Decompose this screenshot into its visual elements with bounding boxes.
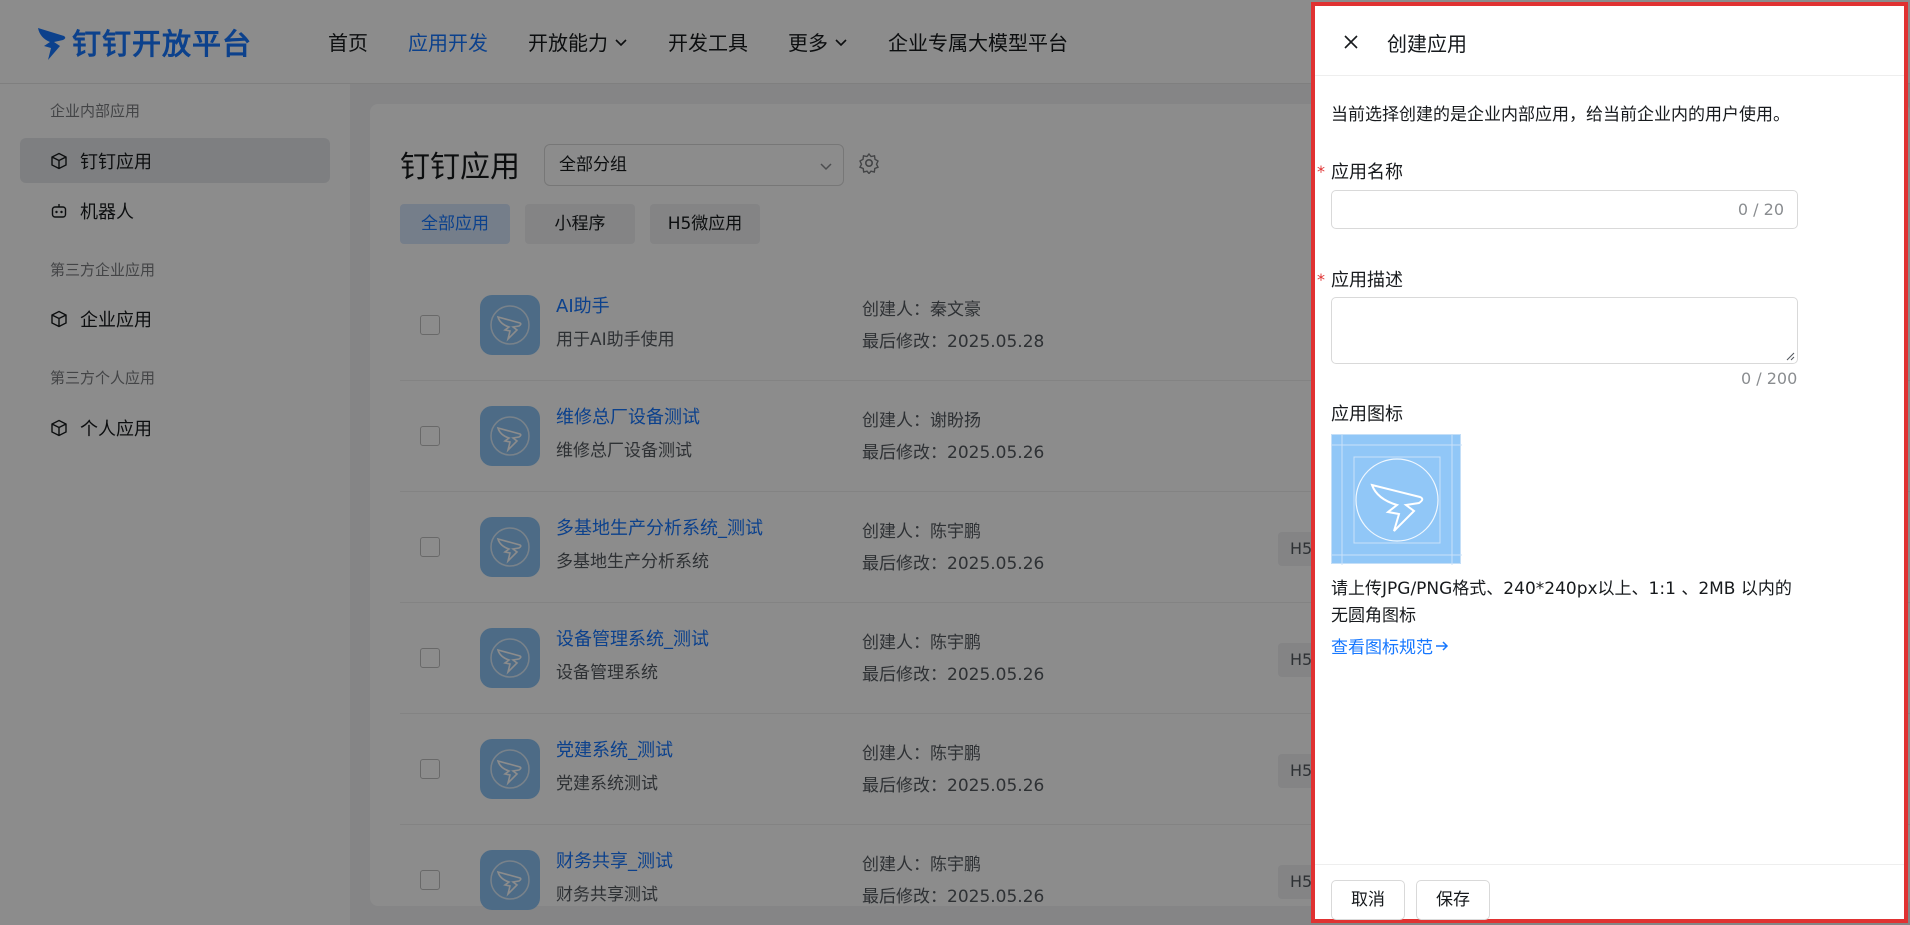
required-mark: * — [1317, 270, 1325, 289]
cancel-button[interactable]: 取消 — [1331, 880, 1405, 920]
close-icon[interactable] — [1343, 34, 1359, 50]
app-name-char-count: 0 / 20 — [1737, 200, 1784, 219]
arrow-right-icon — [1436, 640, 1449, 651]
resize-handle-icon[interactable] — [1786, 352, 1795, 361]
app-name-label: 应用名称 — [1331, 162, 1403, 183]
icon-spec-link-label: 查看图标规范 — [1331, 638, 1433, 658]
upload-rule-text: 请上传JPG/PNG格式、240*240px以上、1:1 、2MB 以内的无圆角… — [1331, 579, 1792, 626]
app-icon-label: 应用图标 — [1331, 404, 1403, 425]
drawer-footer: 取消 保存 — [1315, 864, 1904, 923]
app-desc-textarea[interactable] — [1331, 297, 1798, 364]
drawer-title: 创建应用 — [1387, 32, 1467, 56]
dingtalk-wing-icon — [1332, 435, 1462, 565]
drawer-header: 创建应用 — [1315, 6, 1904, 76]
app-icon-upload[interactable] — [1331, 434, 1462, 565]
save-button[interactable]: 保存 — [1416, 880, 1490, 920]
app-desc-label: 应用描述 — [1331, 270, 1403, 291]
icon-spec-link[interactable]: 查看图标规范 — [1331, 633, 1449, 658]
app-desc-char-count: 0 / 200 — [1741, 369, 1798, 388]
create-app-drawer: 创建应用 当前选择创建的是企业内部应用，给当前企业内的用户使用。 * 应用名称 … — [1311, 2, 1908, 923]
required-mark: * — [1317, 162, 1325, 181]
drawer-hint: 当前选择创建的是企业内部应用，给当前企业内的用户使用。 — [1331, 105, 1790, 125]
app-name-input[interactable]: 0 / 20 — [1331, 190, 1798, 229]
